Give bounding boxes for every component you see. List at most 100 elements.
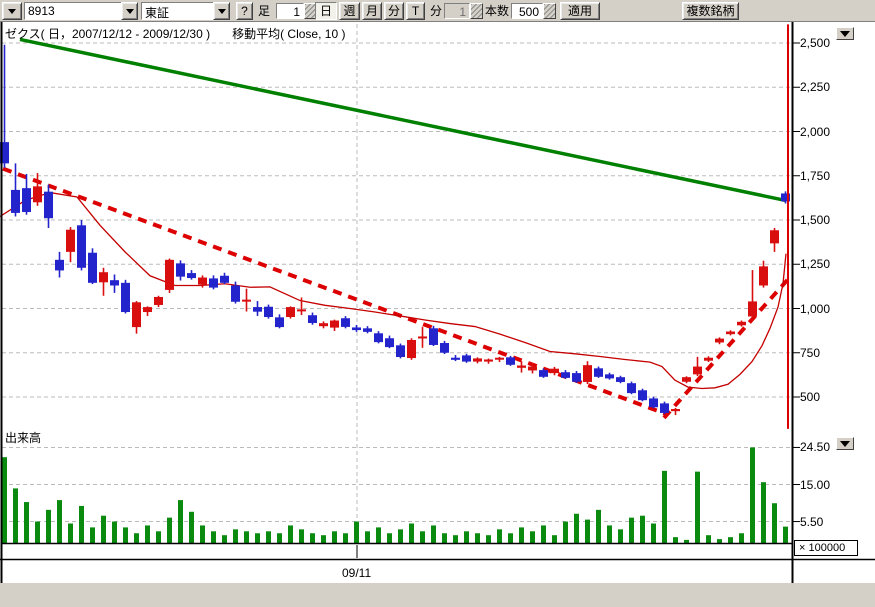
candlestick xyxy=(44,192,53,219)
candlestick xyxy=(308,315,317,323)
volume-axis-label: 5.50 xyxy=(800,515,860,529)
chart-title: ゼクス( 日，2007/12/12 - 2009/12/30 ) 移動平均( Cl… xyxy=(5,25,345,42)
volume-bar xyxy=(398,529,403,543)
stock-chart-window: 8913 東証 ? 足 1 日 週 月 分 T 分 1 本数 xyxy=(0,0,875,607)
candlestick xyxy=(110,280,119,285)
period-button-week[interactable]: 週 xyxy=(339,2,360,20)
candlestick xyxy=(33,186,42,202)
candlestick xyxy=(198,278,207,285)
bars-label: 本数 xyxy=(485,4,509,18)
volume-bar xyxy=(288,525,293,543)
candlestick xyxy=(88,253,97,283)
volume-bar xyxy=(178,500,183,543)
candlestick xyxy=(341,318,350,327)
resistance-line xyxy=(20,39,786,200)
price-axis-label: 500 xyxy=(800,390,860,404)
volume-bar xyxy=(552,535,557,543)
exchange-combo-arrow-button[interactable] xyxy=(213,2,230,20)
candlestick xyxy=(506,357,515,364)
candlestick xyxy=(473,358,482,361)
volume-bar xyxy=(475,533,480,543)
volume-bar xyxy=(46,510,51,543)
period-button-day[interactable]: 日 xyxy=(315,2,337,20)
volume-bar xyxy=(68,524,73,544)
candlestick xyxy=(528,367,537,371)
apply-button[interactable]: 適用 xyxy=(560,2,600,20)
volume-bar xyxy=(321,535,326,543)
candlestick xyxy=(539,370,548,377)
symbol-value[interactable]: 8913 xyxy=(24,2,121,20)
volume-bar xyxy=(343,533,348,543)
volume-bar xyxy=(486,535,491,543)
candlestick xyxy=(616,377,625,382)
ashi-label: 足 xyxy=(258,4,270,18)
volume-bar xyxy=(739,533,744,543)
candlestick xyxy=(220,276,229,283)
candlestick xyxy=(231,285,240,301)
volume-pane-label: 出来高 xyxy=(5,429,41,446)
volume-bar xyxy=(596,510,601,543)
volume-bar xyxy=(35,522,40,543)
candlestick xyxy=(253,307,262,312)
volume-bar xyxy=(530,531,535,543)
candlestick xyxy=(407,340,416,358)
price-axis-label: 1,750 xyxy=(800,169,860,183)
volume-multiplier-box: × 100000 xyxy=(794,540,858,556)
volume-bar xyxy=(695,472,700,543)
candlestick xyxy=(649,398,658,407)
volume-bar xyxy=(640,516,645,543)
candlestick xyxy=(22,188,31,212)
minute-spinbox: 1 xyxy=(444,3,483,19)
candlestick xyxy=(176,263,185,276)
candlestick xyxy=(99,272,108,282)
minute-input: 1 xyxy=(444,3,470,19)
volume-bar xyxy=(717,539,722,543)
ma-indicator-label: 移動平均( Close, 10 ) xyxy=(232,27,345,41)
volume-bar xyxy=(145,525,150,543)
volume-bar xyxy=(211,531,216,543)
candlestick xyxy=(352,327,361,330)
volume-bar xyxy=(673,537,678,543)
volume-bar xyxy=(728,537,733,543)
candlestick xyxy=(726,332,735,335)
period-button-minute[interactable]: 分 xyxy=(384,2,404,20)
candlestick xyxy=(484,359,493,361)
interval-input[interactable]: 1 xyxy=(276,3,304,19)
bars-spinbox[interactable]: 500 xyxy=(511,3,556,19)
toolbar: 8913 東証 ? 足 1 日 週 月 分 T 分 1 本数 xyxy=(0,0,875,22)
volume-bar xyxy=(167,518,172,543)
volume-bar xyxy=(233,529,238,543)
candlestick xyxy=(275,317,284,327)
price-axis-label: 1,250 xyxy=(800,257,860,271)
volume-bar xyxy=(123,527,128,543)
exchange-value[interactable]: 東証 xyxy=(141,2,213,20)
volume-bar xyxy=(497,529,502,543)
interval-spinbox[interactable]: 1 xyxy=(276,3,317,19)
volume-bar xyxy=(662,471,667,543)
multi-symbol-button[interactable]: 複数銘柄 xyxy=(682,2,739,20)
help-button[interactable]: ? xyxy=(236,2,253,20)
volume-bar xyxy=(706,535,711,543)
period-button-tick[interactable]: T xyxy=(406,2,425,20)
candlestick xyxy=(187,273,196,278)
volume-axis-label: 15.00 xyxy=(800,478,860,492)
volume-bar xyxy=(2,457,7,543)
symbol-history-dropdown-button[interactable] xyxy=(2,2,22,20)
spin-button[interactable] xyxy=(470,3,483,19)
candlestick xyxy=(374,333,383,342)
candlestick xyxy=(297,309,306,311)
exchange-combobox[interactable]: 東証 xyxy=(141,2,230,20)
volume-bar xyxy=(629,518,634,543)
candlestick xyxy=(440,343,449,353)
volume-bar xyxy=(79,506,84,543)
candlestick xyxy=(583,365,592,382)
volume-bar xyxy=(750,447,755,543)
period-button-month[interactable]: 月 xyxy=(362,2,382,20)
bars-input[interactable]: 500 xyxy=(511,3,543,19)
symbol-combo-arrow-button[interactable] xyxy=(121,2,138,20)
spin-button[interactable] xyxy=(543,3,556,19)
symbol-combobox[interactable]: 8913 xyxy=(24,2,138,20)
candlestick xyxy=(55,260,64,271)
candlestick xyxy=(682,377,691,382)
chart-title-text: ゼクス( 日，2007/12/12 - 2009/12/30 ) xyxy=(5,27,210,41)
